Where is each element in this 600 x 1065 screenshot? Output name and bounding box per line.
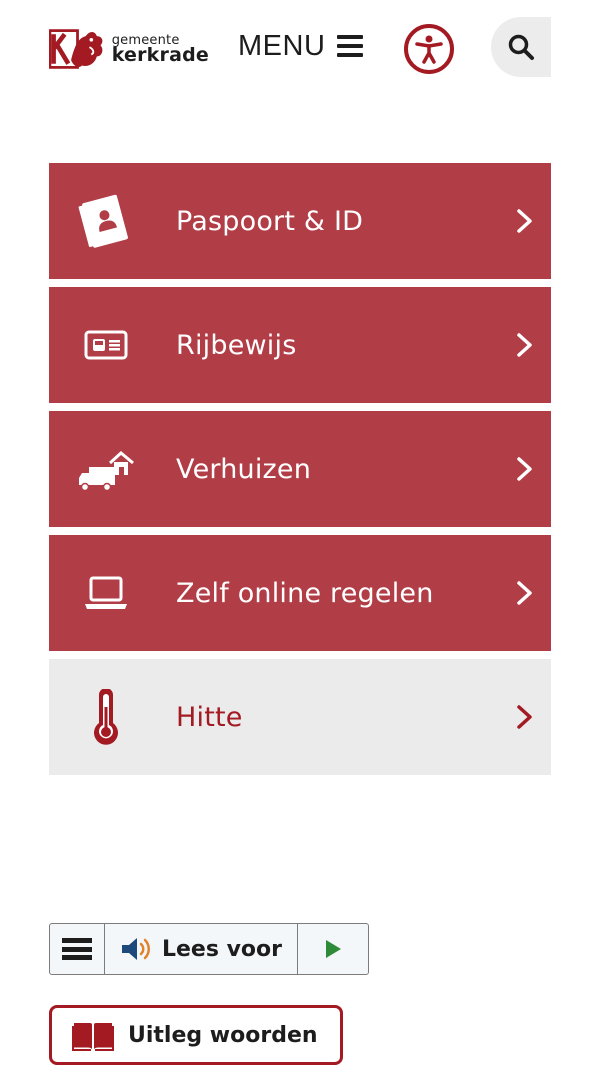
chevron-right-icon: [517, 209, 532, 233]
speaker-icon: [121, 938, 150, 960]
tile-rijbewijs[interactable]: Rijbewijs: [49, 287, 551, 403]
drivers-license-icon: [77, 316, 135, 374]
glossary-label: Uitleg woorden: [128, 1022, 318, 1048]
play-button[interactable]: [298, 924, 368, 974]
reader-menu-button[interactable]: [50, 924, 105, 974]
play-icon: [326, 940, 341, 958]
tile-paspoort-id[interactable]: Paspoort & ID: [49, 163, 551, 279]
reader-menu-icon: [62, 938, 92, 960]
menu-label: MENU: [238, 29, 326, 62]
moving-truck-icon: [77, 440, 135, 498]
logo-big-text: kerkrade: [111, 43, 209, 66]
hamburger-icon: [337, 35, 364, 57]
passport-icon: [77, 192, 135, 250]
chevron-right-icon: [517, 705, 532, 729]
tile-label: Zelf online regelen: [176, 577, 434, 609]
laptop-icon: [77, 564, 135, 622]
chevron-right-icon: [517, 333, 532, 357]
read-aloud-bar: Lees voor: [49, 923, 369, 975]
read-aloud-label: Lees voor: [161, 936, 283, 962]
kerkrade-crest-icon: [49, 29, 103, 69]
quick-links: Paspoort & ID Rijbewijs Verhuizen Zelf o…: [49, 163, 551, 783]
thermometer-icon: [77, 688, 135, 746]
glossary-button[interactable]: Uitleg woorden: [49, 1005, 343, 1065]
search-icon: [508, 34, 534, 60]
tile-label: Hitte: [176, 701, 243, 733]
logo[interactable]: gemeente kerkrade: [49, 24, 209, 74]
tile-label: Paspoort & ID: [176, 205, 364, 237]
menu-button[interactable]: MENU: [238, 28, 364, 64]
tile-label: Verhuizen: [176, 453, 312, 485]
read-aloud-button[interactable]: Lees voor: [105, 924, 298, 974]
search-button[interactable]: [491, 17, 551, 77]
tile-zelf-online-regelen[interactable]: Zelf online regelen: [49, 535, 551, 651]
chevron-right-icon: [517, 457, 532, 481]
site-header: gemeente kerkrade MENU: [0, 0, 600, 100]
accessibility-icon: [415, 35, 443, 64]
tile-hitte[interactable]: Hitte: [49, 659, 551, 775]
tile-label: Rijbewijs: [176, 329, 297, 361]
tile-verhuizen[interactable]: Verhuizen: [49, 411, 551, 527]
accessibility-button[interactable]: [404, 24, 454, 74]
chevron-right-icon: [517, 581, 532, 605]
book-icon: [72, 1023, 114, 1051]
